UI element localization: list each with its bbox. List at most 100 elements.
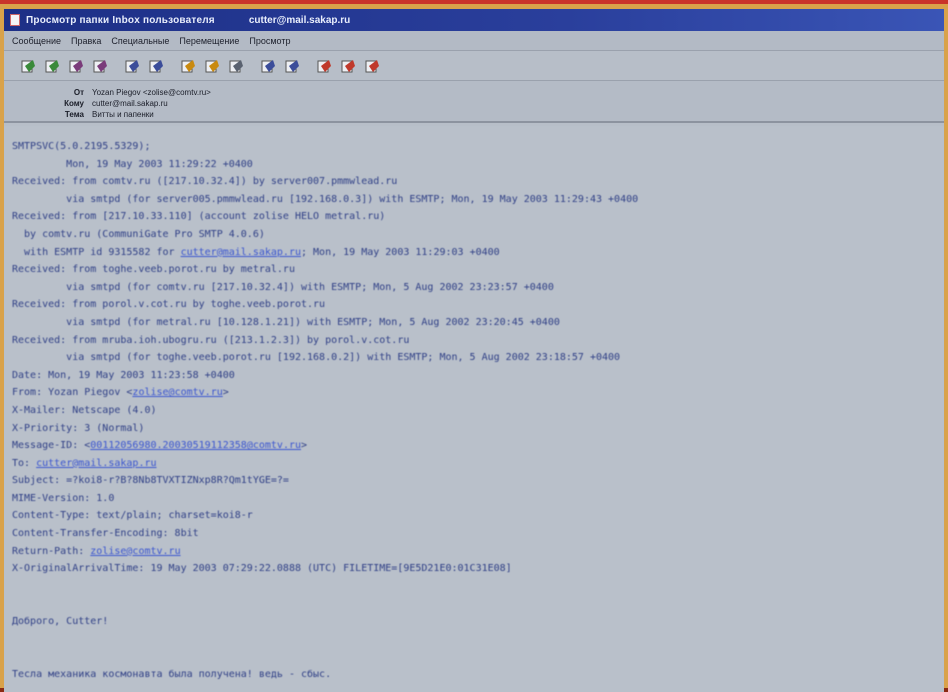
body-line: via smtpd (for server005.pmmwlead.ru [19… — [12, 191, 944, 209]
body-line: Received: from mruba.ioh.ubogru.ru ([213… — [12, 332, 944, 350]
body-line: Subject: =?koi8-r?B?8Nb8TVXTIZNxp8R?Qm1t… — [12, 472, 944, 490]
save-icon — [125, 59, 139, 72]
body-line-text: Return-Path: — [12, 545, 91, 557]
body-line: Content-Type: text/plain; charset=koi8-r — [12, 507, 944, 525]
body-line: Mon, 19 May 2003 11:29:22 +0400 — [12, 156, 944, 174]
prev-message-icon — [261, 59, 275, 72]
move-button[interactable] — [314, 56, 334, 76]
body-line-text: To: — [12, 457, 37, 469]
print-button[interactable] — [146, 56, 166, 76]
body-line: via smtpd (for toghe.veeb.porot.ru [192.… — [12, 349, 944, 367]
email-link[interactable]: cutter@mail.sakap.ru — [36, 458, 156, 469]
print-icon — [149, 59, 163, 72]
body-line: Received: from [217.10.33.110] (account … — [12, 208, 944, 226]
menu-item-view[interactable]: Просмотр — [249, 36, 290, 46]
body-line: Return-Path: zolise@comtv.ru — [12, 543, 944, 561]
body-line-text: via smtpd (for toghe.veeb.porot.ru [192.… — [12, 352, 621, 364]
email-link[interactable]: 00112056980.20030519112358@comtv.ru — [90, 440, 301, 451]
body-line-text: Received: from porol.v.cot.ru by toghe.v… — [12, 299, 326, 311]
menu-item-edit[interactable]: Правка — [71, 36, 101, 46]
header-to-label: Кому — [64, 99, 84, 108]
body-line-text: SMTPSVC(5.0.2195.5329); — [12, 141, 151, 152]
body-line-text: Доброго, Cutter! — [12, 616, 109, 628]
delete-button[interactable] — [226, 56, 246, 76]
mark-button[interactable] — [202, 56, 222, 76]
message-window: Просмотр папки Inbox пользователя cutter… — [4, 9, 944, 692]
menu-bar: Сообщение Правка Специальные Перемещение… — [4, 31, 944, 51]
body-line-text: via smtpd (for server005.pmmwlead.ru [19… — [12, 193, 639, 205]
body-line: via smtpd (for comtv.ru [217.10.32.4]) w… — [12, 279, 944, 297]
body-line: with ESMTP id 9315582 for cutter@mail.sa… — [12, 244, 944, 262]
body-line: by comtv.ru (CommuniGate Pro SMTP 4.0.6) — [12, 226, 944, 244]
close-message-button[interactable] — [362, 56, 382, 76]
body-line: Received: from porol.v.cot.ru by toghe.v… — [12, 296, 944, 314]
body-line-text: X-OriginalArrivalTime: 19 May 2003 07:29… — [12, 563, 512, 575]
mark-icon — [205, 59, 219, 72]
body-line-text: Content-Type: text/plain; charset=koi8-r — [12, 510, 253, 522]
body-line: Тесла механика космонавта была получена!… — [12, 666, 944, 684]
body-line: X-Priority: 3 (Normal) — [12, 420, 944, 438]
header-from-value[interactable]: Yozan Piegov <zolise@comtv.ru> — [92, 88, 211, 97]
email-link[interactable]: cutter@mail.sakap.ru — [181, 247, 301, 258]
prev-message-button[interactable] — [258, 56, 278, 76]
reply-all-button[interactable] — [42, 56, 62, 76]
body-line-text: Date: Mon, 19 May 2003 11:23:58 +0400 — [12, 369, 235, 381]
header-subject-label: Тема — [64, 110, 84, 119]
reply-button[interactable] — [18, 56, 38, 76]
body-line-text: > — [301, 440, 308, 452]
screen-frame: Просмотр папки Inbox пользователя cutter… — [0, 0, 948, 692]
body-line-text: Received: from comtv.ru ([217.10.32.4]) … — [12, 176, 398, 188]
header-subject: Тема Витты и папенки — [4, 109, 944, 120]
body-line — [12, 578, 944, 596]
body-line-text: From: Yozan Piegov < — [12, 387, 133, 399]
body-line: Received: from comtv.ru ([217.10.32.4]) … — [12, 173, 944, 191]
body-line — [12, 648, 944, 666]
next-message-icon — [285, 59, 299, 72]
forward-icon — [69, 59, 83, 72]
title-bar[interactable]: Просмотр папки Inbox пользователя cutter… — [4, 9, 944, 31]
email-link[interactable]: zolise@comtv.ru — [90, 546, 180, 557]
body-line: Content-Transfer-Encoding: 8bit — [12, 525, 944, 543]
reply-icon — [21, 59, 35, 72]
body-line-text: Тесла механика космонавта была получена!… — [12, 668, 332, 680]
reply-all-icon — [45, 59, 59, 72]
toolbar — [4, 51, 944, 81]
email-link[interactable]: zolise@comtv.ru — [132, 387, 222, 398]
body-line-text: Received: from mruba.ioh.ubogru.ru ([213… — [12, 334, 410, 346]
body-line-text: with ESMTP id 9315582 for — [12, 246, 181, 258]
redirect-button[interactable] — [90, 56, 110, 76]
message-body[interactable]: SMTPSVC(5.0.2195.5329); Mon, 19 May 2003… — [4, 126, 944, 692]
body-line: Date: Mon, 19 May 2003 11:23:58 +0400 — [12, 367, 944, 385]
move-icon — [317, 59, 331, 72]
body-line-text: ; Mon, 19 May 2003 11:29:03 +0400 — [301, 246, 500, 258]
save-button[interactable] — [122, 56, 142, 76]
body-line-text: X-Mailer: Netscape (4.0) — [12, 404, 157, 416]
body-line: SMTPSVC(5.0.2195.5329); — [12, 138, 944, 156]
close-message-icon — [365, 59, 379, 72]
window-title: Просмотр папки Inbox пользователя — [26, 14, 215, 26]
body-line: From: Yozan Piegov <zolise@comtv.ru> — [12, 384, 944, 402]
body-line-text: via smtpd (for metral.ru [10.128.1.21]) … — [12, 316, 560, 328]
find-icon — [181, 59, 195, 72]
header-to-value[interactable]: cutter@mail.sakap.ru — [92, 99, 168, 108]
body-line: Доброго, Cutter! — [12, 613, 944, 631]
forward-button[interactable] — [66, 56, 86, 76]
window-account: cutter@mail.sakap.ru — [248, 14, 351, 26]
find-button[interactable] — [178, 56, 198, 76]
copy-button[interactable] — [338, 56, 358, 76]
body-line: MIME-Version: 1.0 — [12, 490, 944, 508]
body-line — [12, 631, 944, 649]
body-line-text: MIME-Version: 1.0 — [12, 492, 115, 504]
header-from: От Yozan Piegov <zolise@comtv.ru> — [4, 87, 944, 98]
body-line-text: via smtpd (for comtv.ru [217.10.32.4]) w… — [12, 281, 554, 293]
next-message-button[interactable] — [282, 56, 302, 76]
menu-item-message[interactable]: Сообщение — [12, 36, 61, 46]
body-line: X-OriginalArrivalTime: 19 May 2003 07:29… — [12, 560, 944, 578]
body-line-text: X-Priority: 3 (Normal) — [12, 422, 145, 434]
menu-item-special[interactable]: Специальные — [111, 36, 169, 46]
header-subject-value: Витты и папенки — [92, 110, 154, 119]
message-headers: От Yozan Piegov <zolise@comtv.ru> Кому c… — [4, 81, 944, 123]
menu-item-move[interactable]: Перемещение — [179, 36, 239, 46]
body-line-text: Received: from toghe.veeb.porot.ru by me… — [12, 264, 295, 276]
body-line-text: Content-Transfer-Encoding: 8bit — [12, 528, 199, 540]
